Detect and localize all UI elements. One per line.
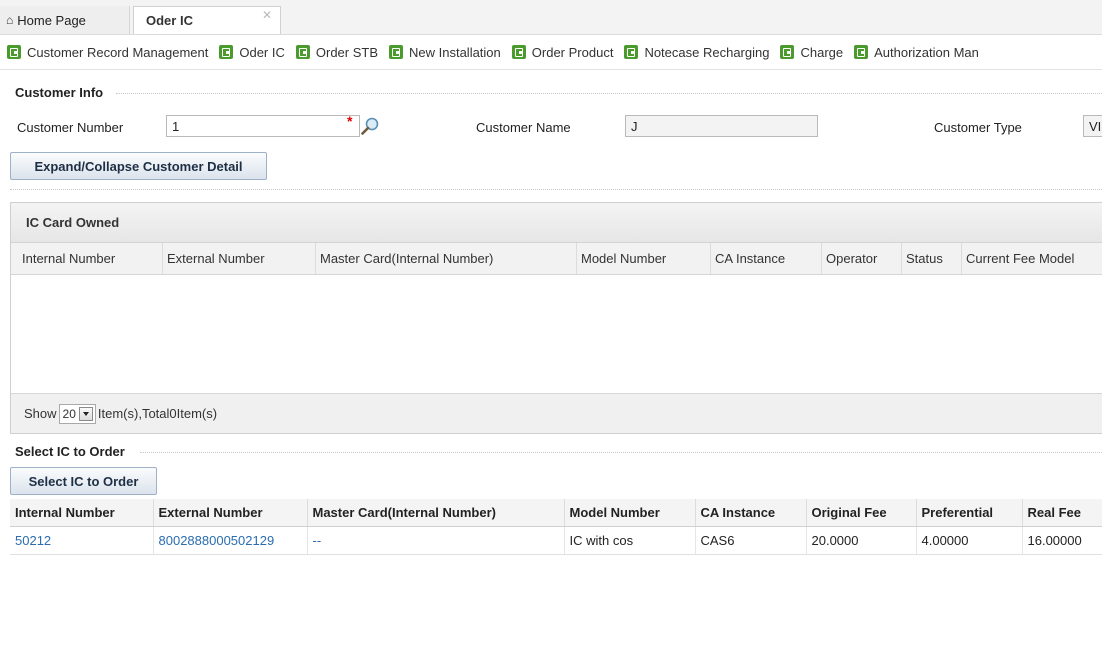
column-header-ca-instance[interactable]: CA Instance — [711, 243, 822, 274]
model-number-cell: IC with cos — [564, 526, 696, 555]
tab-home-page-label: Home Page — [17, 12, 86, 28]
toolbar-item-customer-record-management[interactable]: Customer Record Management — [7, 45, 208, 60]
select-ic-to-order-button[interactable]: Select IC to Order — [10, 467, 157, 495]
customer-name-field — [625, 115, 818, 137]
column-header-master-card[interactable]: Master Card(Internal Number) — [316, 243, 577, 274]
page-size-select[interactable]: 20 — [58, 403, 96, 424]
tab-oder-ic-label: Oder IC — [146, 13, 193, 28]
select-ic-table: Internal Number External Number Master C… — [10, 499, 1102, 555]
add-item-icon — [219, 45, 234, 59]
divider — [10, 189, 1102, 190]
toolbar-item-label: Charge — [800, 44, 844, 60]
customer-name-label: Customer Name — [476, 120, 571, 135]
toolbar-item-label: Notecase Recharging — [644, 44, 770, 60]
master-card-link[interactable]: -- — [307, 526, 565, 555]
toolbar-item-order-stb[interactable]: Order STB — [295, 44, 378, 60]
toolbar-item-label: Authorization Man — [874, 44, 979, 60]
close-icon[interactable]: ✕ — [262, 8, 272, 22]
column-header-internal-number[interactable]: Internal Number — [18, 243, 163, 274]
pager-show-label: Show — [24, 406, 57, 421]
external-number-link[interactable]: 8002888000502129 — [153, 526, 308, 555]
chevron-down-icon[interactable] — [78, 406, 93, 421]
real-fee-cell: 16.00000 — [1022, 526, 1102, 555]
customer-type-field — [1083, 115, 1102, 137]
table-header-row: Internal Number External Number Master C… — [10, 499, 1102, 527]
add-item-icon — [295, 45, 310, 59]
toolbar-item-authorization-management[interactable]: Authorization Man — [854, 45, 979, 60]
panel-header: IC Card Owned — [11, 203, 1102, 243]
divider — [116, 93, 1102, 94]
column-header-ca-instance[interactable]: CA Instance — [695, 499, 807, 527]
customer-info-legend: Customer Info — [13, 85, 106, 100]
column-header-original-fee[interactable]: Original Fee — [806, 499, 917, 527]
toolbar-item-label: Customer Record Management — [27, 44, 209, 60]
column-header-model-number[interactable]: Model Number — [564, 499, 696, 527]
tab-bar: ⌂ Home Page Oder IC ✕ — [0, 0, 1102, 34]
original-fee-cell: 20.0000 — [806, 526, 917, 555]
toolbar-item-label: Oder IC — [239, 44, 285, 60]
expand-collapse-customer-detail-button[interactable]: Expand/Collapse Customer Detail — [10, 152, 267, 180]
pager-summary: Item(s),Total0Item(s) — [97, 406, 218, 421]
ic-owned-column-headers: Internal Number External Number Master C… — [11, 243, 1102, 275]
home-icon: ⌂ — [6, 13, 14, 27]
add-item-icon — [854, 45, 869, 59]
customer-number-input[interactable] — [166, 115, 360, 137]
panel-title: IC Card Owned — [26, 215, 120, 230]
required-mark: * — [347, 113, 353, 129]
customer-type-label: Customer Type — [934, 120, 1022, 135]
add-item-icon — [780, 45, 795, 59]
column-header-external-number[interactable]: External Number — [163, 243, 316, 274]
column-header-external-number[interactable]: External Number — [153, 499, 308, 527]
column-header-internal-number[interactable]: Internal Number — [10, 499, 154, 527]
preferential-cell: 4.00000 — [916, 526, 1023, 555]
ic-card-owned-panel: IC Card Owned Internal Number External N… — [10, 202, 1102, 434]
toolbar-item-label: New Installation — [409, 44, 501, 60]
add-item-icon — [511, 45, 526, 59]
column-header-preferential[interactable]: Preferential — [916, 499, 1023, 527]
toolbar-item-order-product[interactable]: Order Product — [511, 44, 614, 60]
function-toolbar: Customer Record Management Oder IC Order… — [0, 34, 1102, 70]
toolbar-item-label: Order Product — [531, 44, 614, 60]
tab-oder-ic[interactable]: Oder IC ✕ — [133, 6, 281, 34]
toolbar-item-new-installation[interactable]: New Installation — [389, 45, 501, 60]
divider — [140, 452, 1102, 453]
table-row[interactable]: 50212 8002888000502129 -- IC with cos CA… — [10, 526, 1102, 555]
column-header-current-fee-model[interactable]: Current Fee Model — [962, 243, 1102, 274]
column-header-real-fee[interactable]: Real Fee — [1022, 499, 1102, 527]
column-header-model-number[interactable]: Model Number — [577, 243, 711, 274]
select-ic-legend: Select IC to Order — [13, 444, 127, 459]
column-header-status[interactable]: Status — [902, 243, 962, 274]
column-header-master-card[interactable]: Master Card(Internal Number) — [307, 499, 565, 527]
toolbar-item-notecase-recharging[interactable]: Notecase Recharging — [624, 45, 769, 60]
page-size-value: 20 — [62, 406, 76, 421]
toolbar-item-charge[interactable]: Charge — [780, 45, 843, 60]
pagination-bar: Show 20 Item(s),Total0Item(s) — [11, 393, 1102, 433]
internal-number-link[interactable]: 50212 — [10, 526, 154, 555]
ca-instance-cell: CAS6 — [695, 526, 807, 555]
toolbar-item-label: Order STB — [315, 44, 378, 60]
tab-home-page[interactable]: ⌂ Home Page — [0, 6, 130, 34]
search-icon[interactable] — [360, 116, 380, 136]
column-header-operator[interactable]: Operator — [822, 243, 902, 274]
add-item-icon — [7, 45, 21, 59]
add-item-icon — [389, 45, 403, 59]
toolbar-item-oder-ic[interactable]: Oder IC — [219, 45, 285, 60]
add-item-icon — [624, 45, 639, 59]
customer-number-label: Customer Number — [17, 120, 124, 135]
